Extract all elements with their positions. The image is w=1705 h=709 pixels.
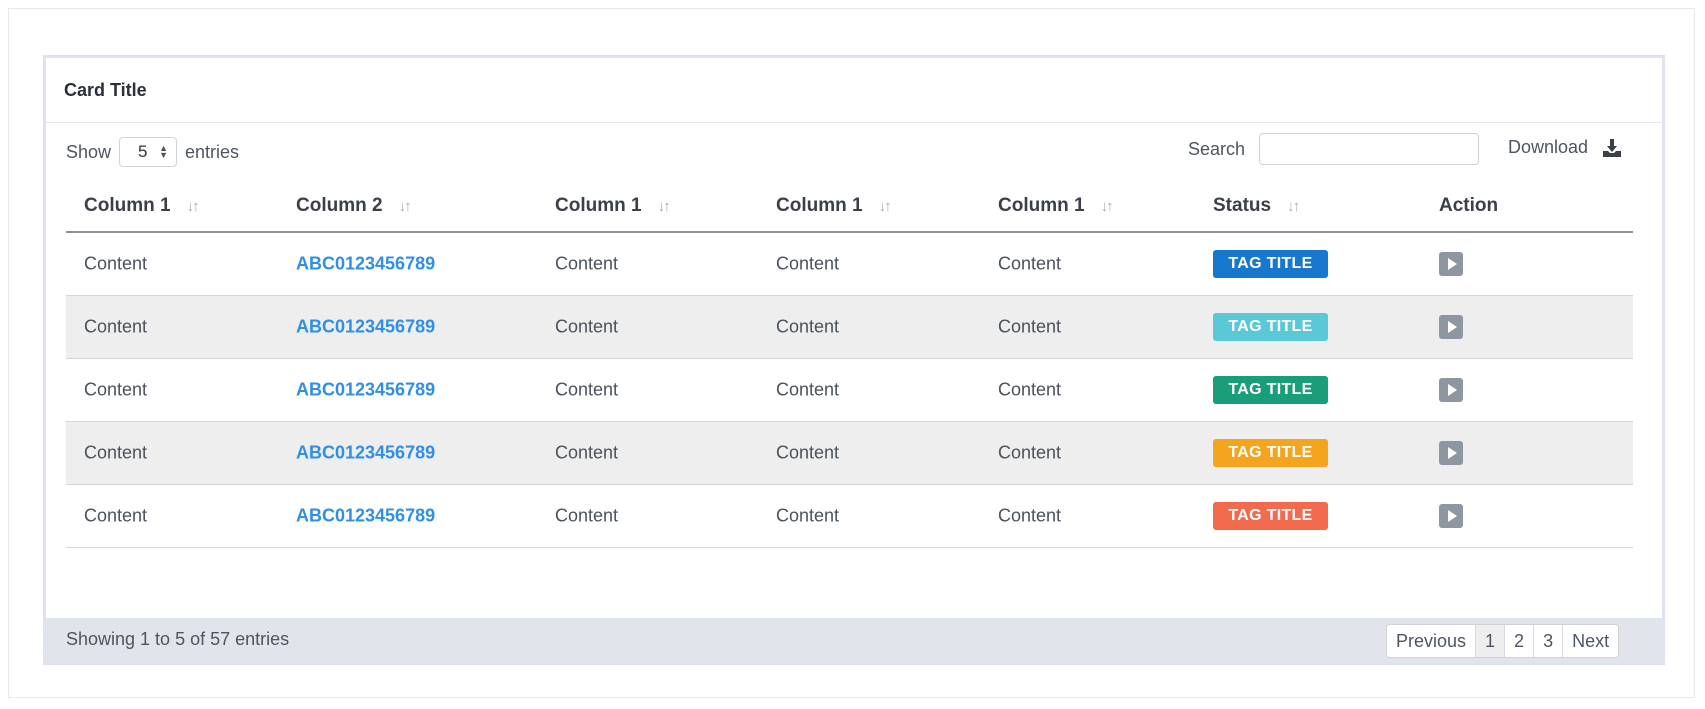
table-footer: Showing 1 to 5 of 57 entries Previous 1 … xyxy=(46,618,1662,662)
status-tag: TAG TITLE xyxy=(1213,376,1328,404)
table-cell: Content xyxy=(776,442,840,463)
column-header-label: Column 1 xyxy=(555,195,642,216)
card-header: Card Title xyxy=(46,58,1662,123)
search-label: Search xyxy=(1188,138,1246,159)
record-id-link[interactable]: ABC0123456789 xyxy=(296,506,435,527)
table-controls: Show 5 ▲ ▼ entries Search Download xyxy=(46,123,1662,179)
table-cell: Content xyxy=(84,253,148,274)
download-button[interactable]: Download xyxy=(1508,137,1622,158)
column-header-label: Status xyxy=(1213,195,1272,216)
entries-info: Showing 1 to 5 of 57 entries xyxy=(66,629,290,649)
table-cell: Content xyxy=(998,505,1062,526)
column-header-5[interactable]: Column 1 ↓↑ xyxy=(998,195,1114,217)
select-arrows-icon: ▲ ▼ xyxy=(159,143,169,160)
sort-icon: ↓↑ xyxy=(657,197,671,215)
table-cell: Content xyxy=(84,442,148,463)
record-id-link[interactable]: ABC0123456789 xyxy=(296,380,435,401)
column-header-2[interactable]: Column 2 ↓↑ xyxy=(296,195,412,217)
sort-icon: ↓↑ xyxy=(186,197,200,215)
table-cell: Content xyxy=(555,379,619,400)
column-header-label: Column 1 xyxy=(998,195,1085,216)
column-header-3[interactable]: Column 1 ↓↑ xyxy=(555,195,671,217)
table-row: Content ABC0123456789 Content Content Co… xyxy=(66,422,1633,485)
table-cell: Content xyxy=(84,379,148,400)
table-cell: Content xyxy=(776,316,840,337)
table-cell: Content xyxy=(84,505,148,526)
column-header-label: Column 1 xyxy=(776,195,863,216)
record-id-link[interactable]: ABC0123456789 xyxy=(296,254,435,275)
column-header-label: Column 1 xyxy=(84,195,171,216)
column-header-status[interactable]: Status ↓↑ xyxy=(1213,195,1300,217)
play-icon[interactable] xyxy=(1439,441,1463,465)
sort-icon: ↓↑ xyxy=(1100,197,1114,215)
table-cell: Content xyxy=(998,379,1062,400)
column-header-1[interactable]: Column 1 ↓↑ xyxy=(84,195,200,217)
record-id-link[interactable]: ABC0123456789 xyxy=(296,317,435,338)
pagination-page-3[interactable]: 3 xyxy=(1533,625,1563,657)
table-cell: Content xyxy=(555,442,619,463)
status-tag: TAG TITLE xyxy=(1213,313,1328,341)
status-tag: TAG TITLE xyxy=(1213,502,1328,530)
data-table: Column 1 ↓↑ Column 2 ↓↑ Column 1 ↓↑ Colu… xyxy=(66,179,1633,548)
card-title: Card Title xyxy=(64,79,147,100)
status-tag: TAG TITLE xyxy=(1213,250,1328,278)
entries-per-page-value: 5 xyxy=(138,142,148,161)
show-label: Show xyxy=(66,141,112,162)
sort-icon: ↓↑ xyxy=(398,197,412,215)
table-cell: Content xyxy=(555,505,619,526)
table-cell: Content xyxy=(776,379,840,400)
table-row: Content ABC0123456789 Content Content Co… xyxy=(66,296,1633,359)
column-header-label: Action xyxy=(1439,195,1499,216)
table-row: Content ABC0123456789 Content Content Co… xyxy=(66,233,1633,296)
entries-label: entries xyxy=(185,141,240,162)
table-cell: Content xyxy=(555,316,619,337)
table-cell: Content xyxy=(998,253,1062,274)
table-row: Content ABC0123456789 Content Content Co… xyxy=(66,485,1633,548)
table-cell: Content xyxy=(555,253,619,274)
entries-length-control: Show 5 ▲ ▼ entries xyxy=(66,137,239,167)
column-header-label: Column 2 xyxy=(296,195,383,216)
column-header-action: Action xyxy=(1439,195,1498,217)
table-cell: Content xyxy=(776,505,840,526)
download-icon xyxy=(1603,138,1622,157)
page-frame: Card Title Show 5 ▲ ▼ entries Search Down… xyxy=(8,8,1695,698)
sort-icon: ↓↑ xyxy=(1287,197,1300,215)
pagination-previous-button[interactable]: Previous xyxy=(1387,625,1476,657)
play-icon[interactable] xyxy=(1439,315,1463,339)
search-input[interactable] xyxy=(1259,133,1480,165)
table-cell: Content xyxy=(776,253,840,274)
table-cell: Content xyxy=(84,316,148,337)
table-row: Content ABC0123456789 Content Content Co… xyxy=(66,359,1633,422)
search-control: Search xyxy=(1188,133,1480,165)
data-table-card: Card Title Show 5 ▲ ▼ entries Search Down… xyxy=(43,55,1665,665)
sort-icon: ↓↑ xyxy=(878,197,892,215)
status-tag: TAG TITLE xyxy=(1213,439,1328,467)
table-cell: Content xyxy=(998,316,1062,337)
pagination: Previous 1 2 3 Next xyxy=(1386,624,1620,658)
download-label: Download xyxy=(1508,137,1589,157)
play-icon[interactable] xyxy=(1439,504,1463,528)
play-icon[interactable] xyxy=(1439,378,1463,402)
table-header: Column 1 ↓↑ Column 2 ↓↑ Column 1 ↓↑ Colu… xyxy=(66,179,1633,233)
pagination-page-2[interactable]: 2 xyxy=(1504,625,1534,657)
entries-per-page-select[interactable]: 5 ▲ ▼ xyxy=(119,137,178,167)
pagination-page-1[interactable]: 1 xyxy=(1475,625,1505,657)
record-id-link[interactable]: ABC0123456789 xyxy=(296,443,435,464)
table-cell: Content xyxy=(998,442,1062,463)
play-icon[interactable] xyxy=(1439,252,1463,276)
pagination-next-button[interactable]: Next xyxy=(1562,625,1619,657)
column-header-4[interactable]: Column 1 ↓↑ xyxy=(776,195,892,217)
